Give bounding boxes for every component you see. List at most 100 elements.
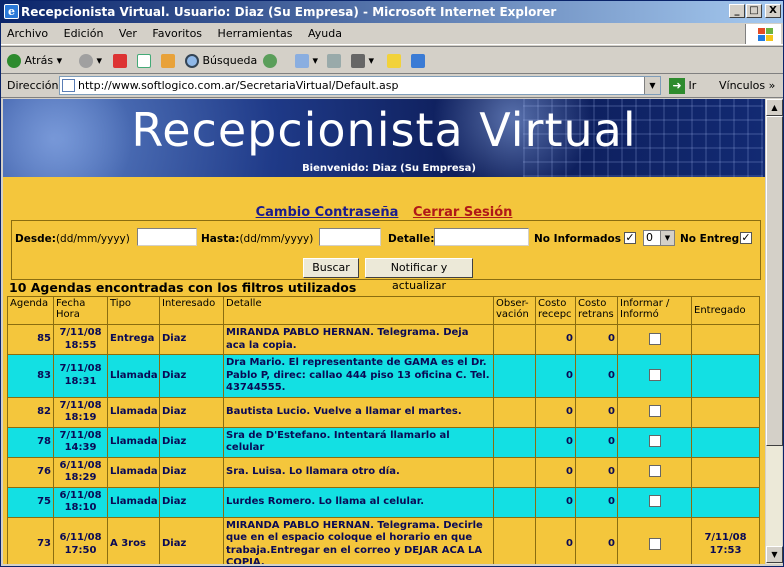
home-button[interactable]	[161, 52, 175, 70]
vertical-scrollbar[interactable]: ▲ ▼	[765, 99, 783, 564]
toolbar: Atrás ▾ ▾ Búsqueda ▾ ▾	[1, 46, 783, 74]
table-row: 83 7/11/08 18:31 Llamada Diaz Dra Mario.…	[7, 354, 760, 398]
hasta-label: Hasta:(dd/mm/yyyy)	[201, 233, 314, 245]
edit-icon	[351, 54, 365, 68]
menu-edicion[interactable]: Edición	[58, 23, 110, 45]
filters-panel: Desde:(dd/mm/yyyy) Hasta:(dd/mm/yyyy) De…	[11, 220, 761, 292]
scroll-up-icon[interactable]: ▲	[766, 99, 783, 116]
col-fecha[interactable]: Fecha Hora	[53, 296, 108, 325]
informar-checkbox[interactable]	[648, 537, 661, 550]
menu-ayuda[interactable]: Ayuda	[302, 23, 348, 45]
history-button[interactable]	[263, 52, 277, 70]
stop-icon	[113, 54, 127, 68]
ie-icon: e	[4, 4, 19, 19]
stop-button[interactable]	[113, 52, 127, 70]
no-entreg-label: No Entreg	[680, 233, 740, 245]
search-submit-button[interactable]: Buscar	[303, 258, 359, 278]
no-informados-checkbox[interactable]: ✓	[624, 232, 636, 244]
back-arrow-icon	[7, 54, 21, 68]
banner-title: Recepcionista Virtual	[131, 103, 637, 157]
notify-update-button[interactable]: Notificar y actualizar	[365, 258, 473, 292]
hasta-input[interactable]	[319, 228, 381, 246]
edit-button[interactable]: ▾	[351, 52, 374, 70]
refresh-button[interactable]	[137, 52, 151, 70]
search-button[interactable]: Búsqueda	[185, 52, 257, 70]
table-row: 75 6/11/08 18:10 Llamada Diaz Lurdes Rom…	[7, 486, 760, 518]
scroll-thumb[interactable]	[766, 116, 783, 446]
detalle-label: Detalle:	[388, 233, 435, 245]
menu-ver[interactable]: Ver	[113, 23, 143, 45]
logout-link[interactable]: Cerrar Sesión	[413, 205, 512, 220]
address-bar: Dirección http://www.softlogico.com.ar/S…	[1, 74, 783, 98]
col-entregado[interactable]: Entregado	[691, 296, 760, 325]
col-detalle[interactable]: Detalle	[223, 296, 494, 325]
menu-favoritos[interactable]: Favoritos	[146, 23, 208, 45]
menu-herramientas[interactable]: Herramientas	[212, 23, 299, 45]
address-label: Dirección	[7, 79, 59, 92]
table-row: 82 7/11/08 18:19 Llamada Diaz Bautista L…	[7, 396, 760, 428]
results-count: 10 Agendas encontradas con los filtros u…	[9, 280, 357, 295]
go-arrow-icon: ➜	[669, 78, 685, 94]
welcome-text: Bienvenido: Diaz (Su Empresa)	[302, 163, 476, 174]
history-icon	[263, 54, 277, 68]
go-button[interactable]: ➜ Ir	[669, 76, 696, 95]
desde-input[interactable]	[137, 228, 197, 246]
table-row: 76 6/11/08 18:29 Llamada Diaz Sra. Luisa…	[7, 456, 760, 488]
informar-checkbox[interactable]	[648, 332, 661, 345]
note-icon	[387, 54, 401, 68]
title-bar: e Recepcionista Virtual. Usuario: Diaz (…	[1, 1, 783, 23]
mail-button[interactable]: ▾	[295, 52, 318, 70]
messenger-button[interactable]	[411, 52, 425, 70]
col-tipo[interactable]: Tipo	[107, 296, 160, 325]
menu-archivo[interactable]: Archivo	[1, 23, 54, 45]
select-arrow-icon: ▼	[660, 231, 674, 245]
informar-checkbox[interactable]	[648, 405, 661, 418]
links-toolbar[interactable]: Vínculos »	[719, 74, 775, 98]
maximize-button[interactable]: □	[746, 4, 762, 18]
informar-checkbox[interactable]	[648, 465, 661, 478]
informar-checkbox[interactable]	[648, 369, 661, 381]
forward-button[interactable]: ▾	[79, 52, 102, 70]
scroll-down-icon[interactable]: ▼	[766, 546, 783, 563]
col-costo-recep[interactable]: Costo recepc	[535, 296, 576, 325]
back-button[interactable]: Atrás ▾	[7, 52, 62, 70]
desde-label: Desde:(dd/mm/yyyy)	[15, 233, 130, 245]
search-icon	[185, 54, 199, 68]
close-button[interactable]: X	[765, 4, 781, 18]
banner: Recepcionista Virtual Bienvenido: Diaz (…	[3, 99, 765, 177]
print-icon	[327, 54, 341, 68]
col-interesado[interactable]: Interesado	[159, 296, 224, 325]
messenger-icon	[411, 54, 425, 68]
minimize-button[interactable]: _	[729, 4, 745, 18]
no-entreg-checkbox[interactable]: ✓	[740, 232, 752, 244]
col-observacion[interactable]: Obser-vación	[493, 296, 536, 325]
discuss-button[interactable]	[387, 52, 401, 70]
home-icon	[161, 54, 175, 68]
window-title: Recepcionista Virtual. Usuario: Diaz (Su…	[21, 5, 557, 19]
col-costo-retrans[interactable]: Costo retrans	[575, 296, 618, 325]
address-dropdown-icon[interactable]: ▼	[644, 77, 660, 94]
table-row: 78 7/11/08 14:39 Llamada Diaz Sra de D'E…	[7, 426, 760, 458]
col-informar[interactable]: Informar / Informó	[617, 296, 692, 325]
print-button[interactable]	[327, 52, 341, 70]
agenda-table: Agenda Fecha Hora Tipo Interesado Detall…	[7, 296, 760, 564]
informar-checkbox[interactable]	[648, 435, 661, 448]
count-select[interactable]: 0 ▼	[643, 230, 675, 246]
table-row: 73 6/11/08 17:50 A 3ros Diaz MIRANDA PAB…	[7, 516, 760, 564]
col-agenda[interactable]: Agenda	[7, 296, 54, 325]
windows-logo-icon	[745, 24, 781, 44]
detalle-input[interactable]	[434, 228, 529, 246]
informar-checkbox[interactable]	[648, 495, 661, 508]
browser-window: e Recepcionista Virtual. Usuario: Diaz (…	[0, 0, 784, 567]
change-password-link[interactable]: Cambio Contraseña	[256, 205, 399, 220]
mail-icon	[295, 54, 309, 68]
no-informados-label: No Informados	[534, 233, 622, 245]
account-links: Cambio Contraseña Cerrar Sesión	[3, 205, 765, 220]
address-input[interactable]: http://www.softlogico.com.ar/SecretariaV…	[59, 76, 661, 95]
table-row: 85 7/11/08 18:55 Entrega Diaz MIRANDA PA…	[7, 324, 760, 355]
menu-bar: Archivo Edición Ver Favoritos Herramient…	[1, 23, 783, 45]
forward-arrow-icon	[79, 54, 93, 68]
page-content: Recepcionista Virtual Bienvenido: Diaz (…	[3, 99, 765, 564]
refresh-icon	[137, 54, 151, 68]
page-icon	[62, 79, 75, 92]
